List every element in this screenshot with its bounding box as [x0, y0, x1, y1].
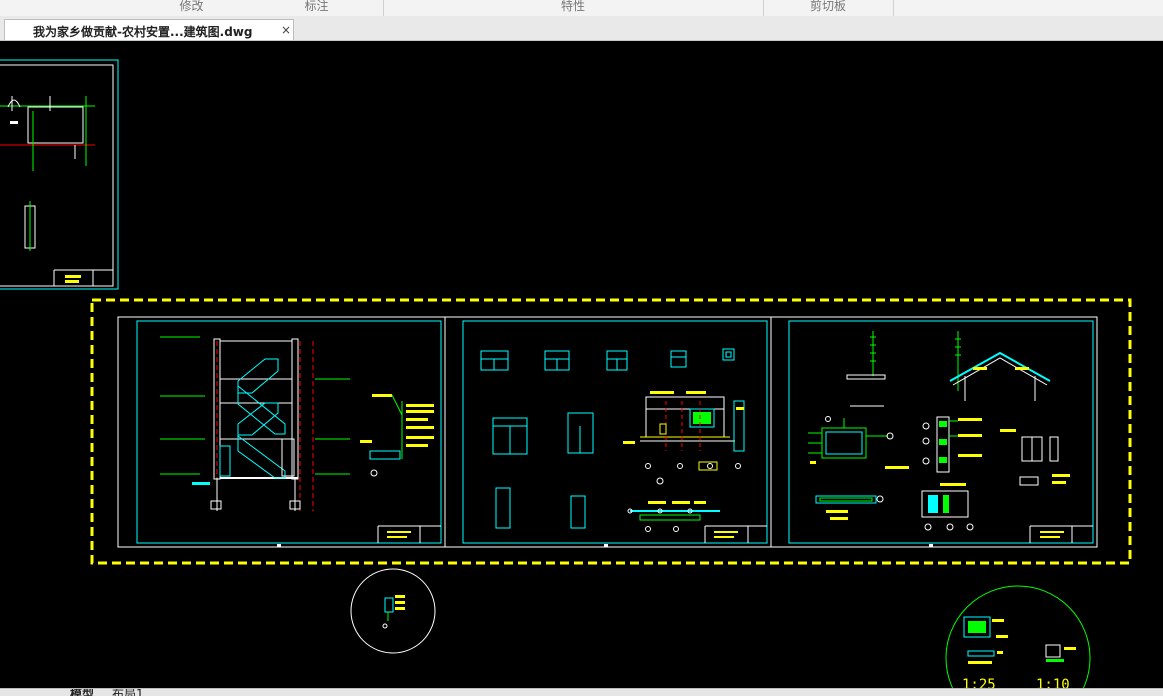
viewport-circle-small[interactable]: [350, 568, 436, 654]
drawing-sheet-2[interactable]: [444, 316, 772, 548]
ribbon-section-annotate[interactable]: 标注: [250, 0, 384, 16]
ribbon-section-clipboard[interactable]: 剪切板: [763, 0, 894, 16]
document-tab[interactable]: 我为家乡做贡献-农村安置...建筑图.dwg ×: [4, 19, 294, 40]
ribbon-panel-labels: 修改 标注 特性 剪切板: [0, 0, 1163, 17]
drawing-canvas[interactable]: 1:25 1:10: [0, 41, 1163, 690]
ribbon-section-label: 特性: [560, 0, 585, 13]
document-tab-bar: 我为家乡做贡献-农村安置...建筑图.dwg ×: [0, 16, 1163, 41]
ribbon-section-properties[interactable]: 特性: [383, 0, 764, 16]
viewport-circle-large[interactable]: 1:25 1:10: [945, 585, 1091, 690]
drawing-svg: 1:25 1:10: [0, 59, 1132, 690]
selection-rectangle: [90, 298, 1132, 565]
drawing-sheet-3[interactable]: [770, 316, 1098, 548]
ribbon-section-label: 标注: [304, 0, 329, 13]
ribbon-section-label: 剪切板: [809, 0, 846, 13]
document-tab-title: 我为家乡做贡献-农村安置...建筑图.dwg: [33, 25, 253, 39]
partial-sheet-topleft[interactable]: [0, 59, 119, 290]
drawing-sheet-1[interactable]: [117, 316, 446, 548]
ribbon-section-label: 修改: [179, 0, 204, 13]
close-icon[interactable]: ×: [281, 23, 291, 37]
